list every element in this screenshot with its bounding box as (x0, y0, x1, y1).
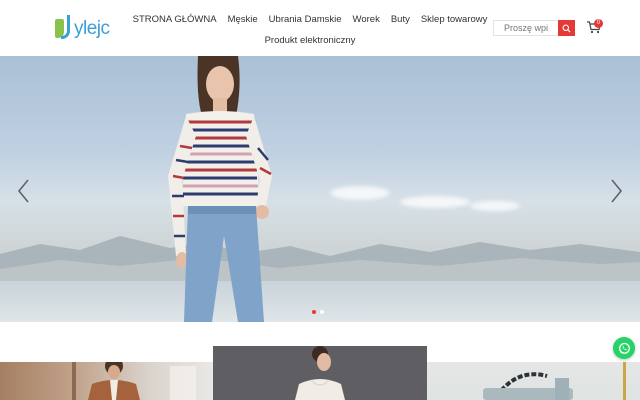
search-icon (562, 24, 571, 32)
logo-mark-icon (54, 15, 72, 41)
search-bar (493, 20, 575, 36)
nav-row-2: Produkt elektroniczny (140, 31, 480, 49)
hero-sea (0, 281, 640, 322)
featured-categories (0, 322, 640, 400)
main-nav: STRONA GŁÓWNA Męskie Ubrania Damskie Wor… (133, 10, 488, 49)
search-input[interactable] (493, 20, 558, 36)
men-suit-image (72, 362, 196, 400)
nav-item-men[interactable]: Męskie (228, 14, 258, 25)
women-dress-image (295, 346, 345, 400)
slider-dot-2[interactable] (320, 310, 324, 314)
category-card-men[interactable] (0, 362, 213, 400)
nav-item-women-clothing[interactable]: Ubrania Damskie (269, 14, 342, 25)
nav-item-shoes[interactable]: Buty (391, 14, 410, 25)
hero-model-image (168, 56, 272, 322)
slider-dot-1[interactable] (312, 310, 316, 314)
whatsapp-chat-button[interactable] (613, 337, 635, 359)
whatsapp-icon (618, 342, 630, 354)
nav-item-store[interactable]: Sklep towarowy (421, 14, 488, 25)
logo-text: ylejc (74, 17, 110, 39)
chevron-left-icon (17, 179, 29, 203)
cart-count-badge: 0 (594, 19, 603, 28)
nav-item-electronics[interactable]: Produkt elektroniczny (265, 35, 356, 46)
chevron-right-icon (611, 179, 623, 203)
site-header: ylejc STRONA GŁÓWNA Męskie Ubrania Damsk… (0, 0, 640, 56)
category-card-bags[interactable] (427, 362, 640, 400)
hero-slider[interactable] (0, 56, 640, 322)
slider-pagination (312, 310, 324, 314)
site-logo[interactable]: ylejc (54, 13, 118, 43)
slider-prev-button[interactable] (16, 178, 32, 204)
nav-row-1: STRONA GŁÓWNA Męskie Ubrania Damskie Wor… (133, 10, 488, 28)
nav-item-bags[interactable]: Worek (353, 14, 380, 25)
bag-image (483, 362, 626, 400)
category-card-women[interactable] (213, 346, 427, 400)
search-button[interactable] (558, 20, 575, 36)
nav-item-home[interactable]: STRONA GŁÓWNA (133, 14, 217, 25)
slider-next-button[interactable] (608, 178, 624, 204)
